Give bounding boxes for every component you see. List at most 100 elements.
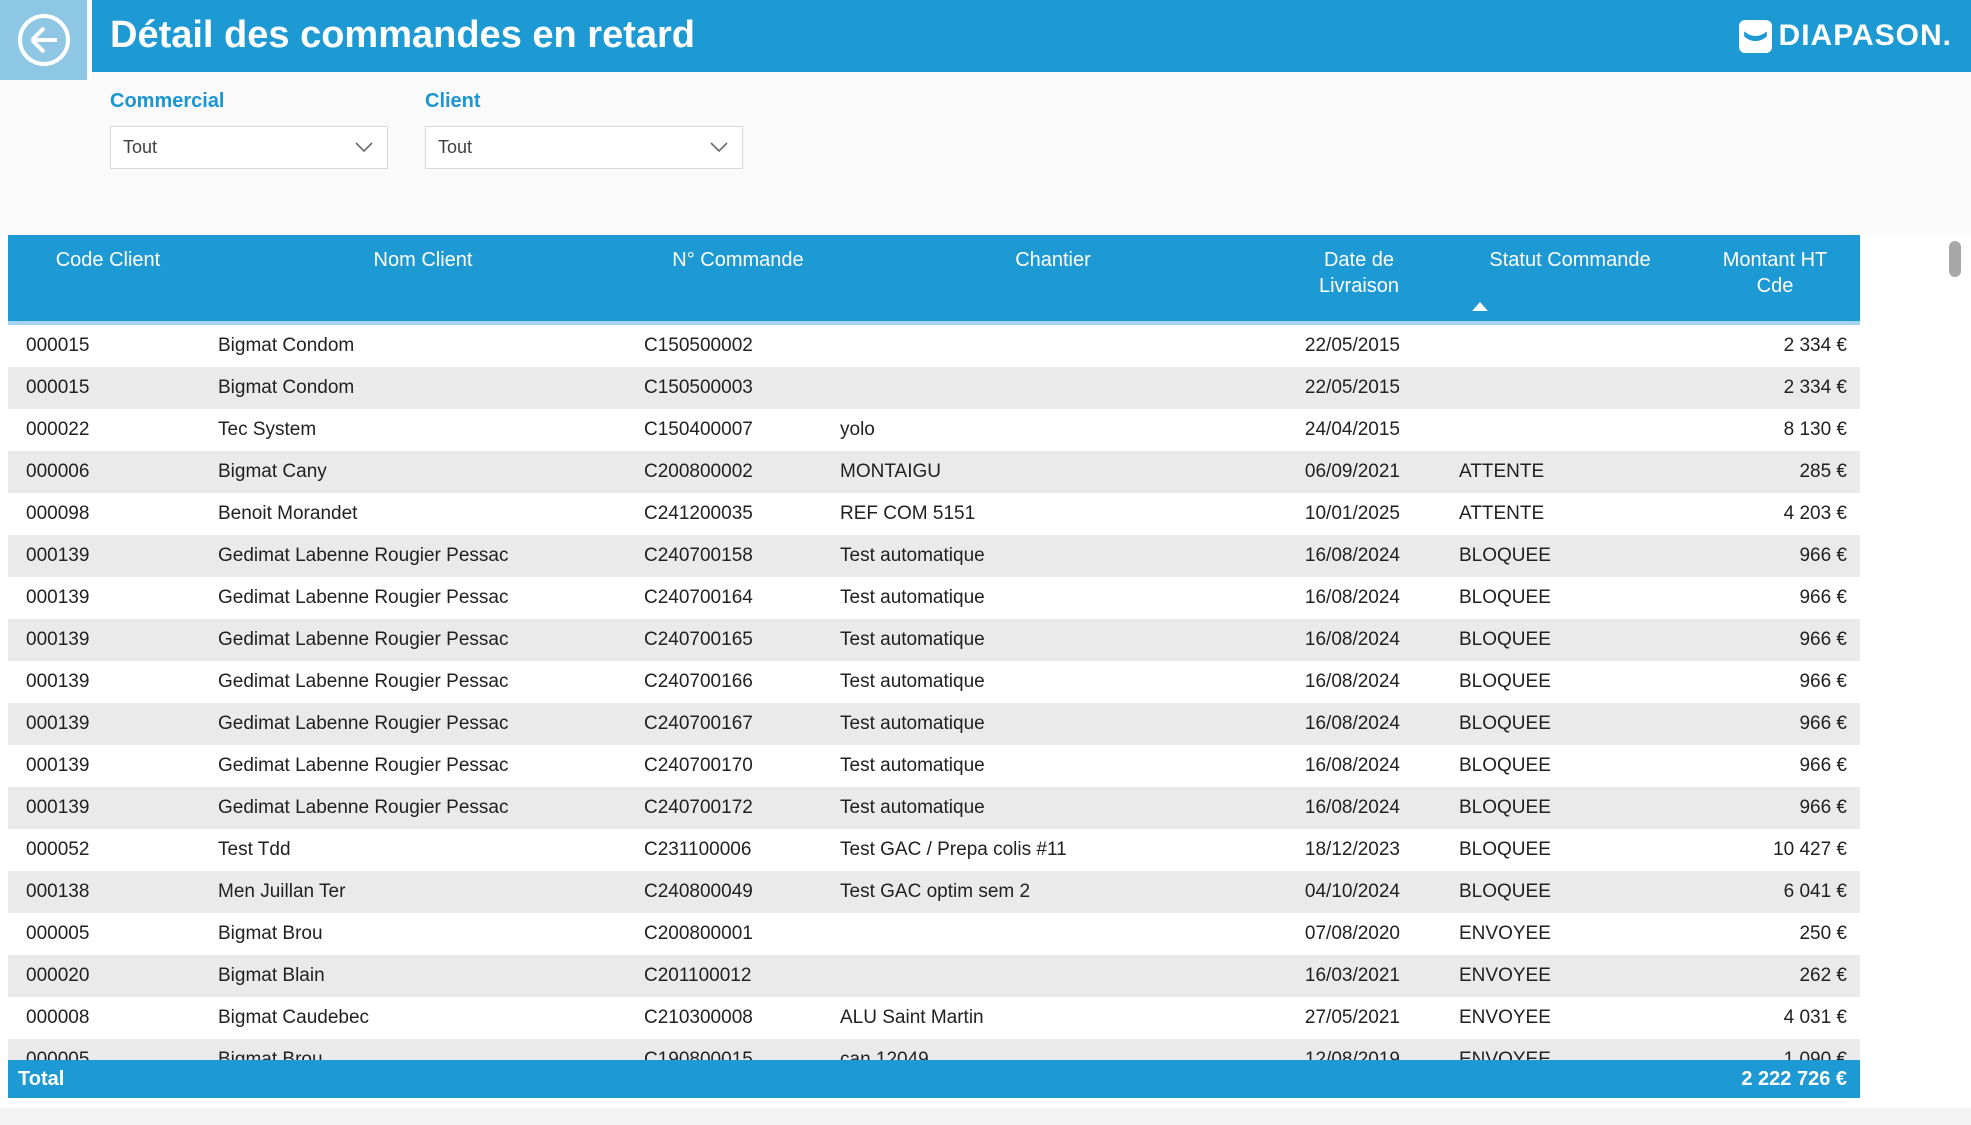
cell-num-commande: C240700172 bbox=[638, 787, 838, 829]
table-row[interactable]: 000139 Gedimat Labenne Rougier Pessac C2… bbox=[8, 577, 1860, 619]
total-value: 2 222 726 € bbox=[1560, 1060, 1860, 1098]
cell-num-commande: C200800001 bbox=[638, 913, 838, 955]
table-row[interactable]: 000052 Test Tdd C231100006 Test GAC / Pr… bbox=[8, 829, 1860, 871]
bottom-strip bbox=[0, 1108, 1971, 1125]
cell-nom-client: Bigmat Caudebec bbox=[208, 997, 638, 1039]
cell-statut-commande: ENVOYEE bbox=[1450, 1039, 1690, 1060]
cell-code-client: 000139 bbox=[8, 661, 208, 703]
column-header-statut-commande[interactable]: Statut Commande bbox=[1450, 235, 1690, 321]
cell-date-livraison: 16/08/2024 bbox=[1268, 661, 1450, 703]
cell-chantier: Test automatique bbox=[838, 577, 1268, 619]
cell-statut-commande: ATTENTE bbox=[1450, 493, 1690, 535]
table-row[interactable]: 000139 Gedimat Labenne Rougier Pessac C2… bbox=[8, 787, 1860, 829]
cell-code-client: 000006 bbox=[8, 451, 208, 493]
cell-code-client: 000139 bbox=[8, 787, 208, 829]
table-row[interactable]: 000098 Benoit Morandet C241200035 REF CO… bbox=[8, 493, 1860, 535]
cell-montant-ht: 2 334 € bbox=[1690, 325, 1860, 367]
cell-num-commande: C240700164 bbox=[638, 577, 838, 619]
orders-table: Code Client Nom Client N° Commande Chant… bbox=[8, 235, 1860, 1098]
cell-date-livraison: 07/08/2020 bbox=[1268, 913, 1450, 955]
cell-date-livraison: 18/12/2023 bbox=[1268, 829, 1450, 871]
table-row[interactable]: 000138 Men Juillan Ter C240800049 Test G… bbox=[8, 871, 1860, 913]
cell-code-client: 000020 bbox=[8, 955, 208, 997]
cell-nom-client: Bigmat Condom bbox=[208, 367, 638, 409]
table-row[interactable]: 000020 Bigmat Blain C201100012 16/03/202… bbox=[8, 955, 1860, 997]
cell-nom-client: Bigmat Brou bbox=[208, 1039, 638, 1060]
table-row[interactable]: 000008 Bigmat Caudebec C210300008 ALU Sa… bbox=[8, 997, 1860, 1039]
cell-num-commande: C240700158 bbox=[638, 535, 838, 577]
total-label: Total bbox=[8, 1060, 1560, 1098]
cell-nom-client: Gedimat Labenne Rougier Pessac bbox=[208, 661, 638, 703]
table-row[interactable]: 000139 Gedimat Labenne Rougier Pessac C2… bbox=[8, 535, 1860, 577]
cell-code-client: 000008 bbox=[8, 997, 208, 1039]
cell-montant-ht: 250 € bbox=[1690, 913, 1860, 955]
column-header-date-livraison[interactable]: Date de Livraison bbox=[1268, 235, 1450, 321]
table-row[interactable]: 000139 Gedimat Labenne Rougier Pessac C2… bbox=[8, 661, 1860, 703]
cell-nom-client: Gedimat Labenne Rougier Pessac bbox=[208, 703, 638, 745]
cell-statut-commande: BLOQUEE bbox=[1450, 661, 1690, 703]
chevron-down-icon bbox=[355, 142, 373, 153]
table-row[interactable]: 000139 Gedimat Labenne Rougier Pessac C2… bbox=[8, 619, 1860, 661]
cell-num-commande: C240700167 bbox=[638, 703, 838, 745]
table-row[interactable]: 000139 Gedimat Labenne Rougier Pessac C2… bbox=[8, 703, 1860, 745]
cell-num-commande: C240700170 bbox=[638, 745, 838, 787]
cell-chantier: Test automatique bbox=[838, 703, 1268, 745]
table-row[interactable]: 000022 Tec System C150400007 yolo 24/04/… bbox=[8, 409, 1860, 451]
client-filter-value: Tout bbox=[426, 137, 710, 158]
cell-date-livraison: 16/08/2024 bbox=[1268, 703, 1450, 745]
cell-code-client: 000005 bbox=[8, 913, 208, 955]
table-row[interactable]: 000005 Bigmat Brou C190800015 can 12049 … bbox=[8, 1039, 1860, 1060]
cell-chantier: Test automatique bbox=[838, 787, 1268, 829]
cell-num-commande: C200800002 bbox=[638, 451, 838, 493]
cell-statut-commande: ENVOYEE bbox=[1450, 997, 1690, 1039]
cell-num-commande: C241200035 bbox=[638, 493, 838, 535]
cell-montant-ht: 8 130 € bbox=[1690, 409, 1860, 451]
commercial-filter-dropdown[interactable]: Tout bbox=[110, 126, 388, 169]
cell-chantier: Test automatique bbox=[838, 745, 1268, 787]
column-header-nom-client[interactable]: Nom Client bbox=[208, 235, 638, 321]
table-row[interactable]: 000139 Gedimat Labenne Rougier Pessac C2… bbox=[8, 745, 1860, 787]
cell-chantier: Test GAC / Prepa colis #11 bbox=[838, 829, 1268, 871]
cell-date-livraison: 16/03/2021 bbox=[1268, 955, 1450, 997]
column-header-code-client[interactable]: Code Client bbox=[8, 235, 208, 321]
cell-montant-ht: 966 € bbox=[1690, 661, 1860, 703]
cell-code-client: 000139 bbox=[8, 577, 208, 619]
cell-nom-client: Bigmat Brou bbox=[208, 913, 638, 955]
column-header-montant-ht[interactable]: Montant HT Cde bbox=[1690, 235, 1860, 321]
table-row[interactable]: 000015 Bigmat Condom C150500003 22/05/20… bbox=[8, 367, 1860, 409]
cell-montant-ht: 4 031 € bbox=[1690, 997, 1860, 1039]
back-button[interactable] bbox=[0, 0, 92, 80]
app-header-bar: Détail des commandes en retard DIAPASON. bbox=[0, 0, 1971, 72]
cell-chantier bbox=[838, 325, 1268, 367]
table-row[interactable]: 000005 Bigmat Brou C200800001 07/08/2020… bbox=[8, 913, 1860, 955]
cell-num-commande: C150400007 bbox=[638, 409, 838, 451]
cell-date-livraison: 27/05/2021 bbox=[1268, 997, 1450, 1039]
cell-num-commande: C240800049 bbox=[638, 871, 838, 913]
cell-statut-commande: BLOQUEE bbox=[1450, 703, 1690, 745]
column-header-chantier[interactable]: Chantier bbox=[838, 235, 1268, 321]
cell-chantier: Test GAC optim sem 2 bbox=[838, 871, 1268, 913]
cell-statut-commande: ENVOYEE bbox=[1450, 913, 1690, 955]
table-row[interactable]: 000006 Bigmat Cany C200800002 MONTAIGU 0… bbox=[8, 451, 1860, 493]
table-row[interactable]: 000015 Bigmat Condom C150500002 22/05/20… bbox=[8, 325, 1860, 367]
column-header-num-commande[interactable]: N° Commande bbox=[638, 235, 838, 321]
cell-chantier bbox=[838, 913, 1268, 955]
cell-code-client: 000098 bbox=[8, 493, 208, 535]
cell-chantier: Test automatique bbox=[838, 535, 1268, 577]
cell-montant-ht: 262 € bbox=[1690, 955, 1860, 997]
cell-statut-commande: BLOQUEE bbox=[1450, 577, 1690, 619]
cell-nom-client: Test Tdd bbox=[208, 829, 638, 871]
vertical-scrollbar-thumb[interactable] bbox=[1949, 241, 1961, 277]
sort-ascending-icon bbox=[1472, 302, 1488, 311]
arrow-left-icon bbox=[16, 12, 72, 68]
cell-num-commande: C231100006 bbox=[638, 829, 838, 871]
cell-statut-commande: BLOQUEE bbox=[1450, 829, 1690, 871]
table-header-row: Code Client Nom Client N° Commande Chant… bbox=[8, 235, 1860, 325]
cell-nom-client: Bigmat Condom bbox=[208, 325, 638, 367]
cell-date-livraison: 16/08/2024 bbox=[1268, 745, 1450, 787]
cell-chantier: can 12049 bbox=[838, 1039, 1268, 1060]
commercial-filter-label: Commercial bbox=[110, 90, 225, 113]
cell-chantier: REF COM 5151 bbox=[838, 493, 1268, 535]
client-filter-dropdown[interactable]: Tout bbox=[425, 126, 743, 169]
client-filter-label: Client bbox=[425, 90, 481, 113]
